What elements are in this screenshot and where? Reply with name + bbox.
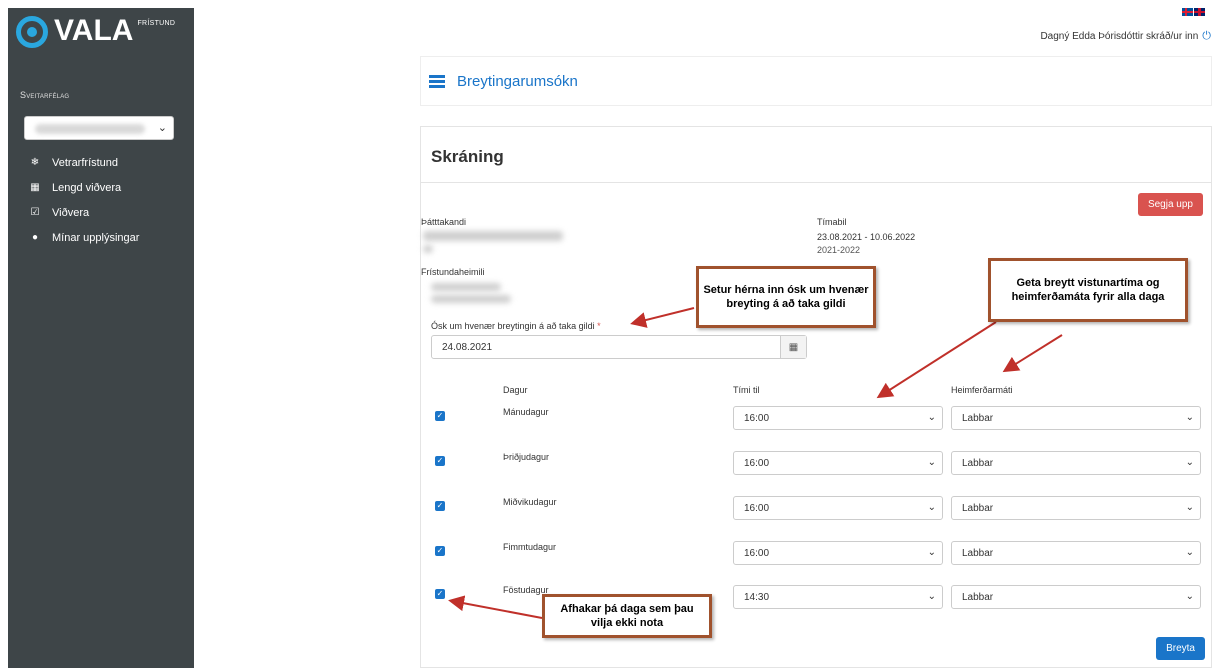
chevron-down-icon: ⌄ xyxy=(927,502,936,513)
language-flags xyxy=(1182,8,1205,16)
calendar-check-icon: ☑ xyxy=(30,207,40,218)
column-header-day: Dagur xyxy=(503,385,528,395)
sidebar-item-vetrarfristund[interactable]: ❄ Vetrarfrístund xyxy=(28,150,188,175)
effective-date-field[interactable]: ▦ xyxy=(431,335,807,359)
annotation-callout-all-days: Geta breytt vistunartíma og heimferðamát… xyxy=(988,258,1188,322)
calendar-icon: ▦ xyxy=(30,182,40,193)
sidebar-item-label: Viðvera xyxy=(52,206,90,219)
day-checkbox[interactable]: ✓ xyxy=(435,501,445,511)
page-title: Breytingarumsókn xyxy=(457,72,578,90)
day-checkbox[interactable]: ✓ xyxy=(435,411,445,421)
time-value: 14:30 xyxy=(744,591,770,603)
chevron-down-icon: ⌄ xyxy=(1185,547,1194,558)
transport-select[interactable]: Labbar ⌄ xyxy=(951,496,1201,520)
time-value: 16:00 xyxy=(744,412,770,424)
cancel-subscription-button[interactable]: Segja upp xyxy=(1137,193,1203,216)
brand-sub: FRÍSTUND xyxy=(137,20,176,27)
logout-power-icon[interactable]: ⏻ xyxy=(1202,30,1211,43)
registration-card: Skráning Segja upp Þátttakandi Tímabil 2… xyxy=(420,126,1212,668)
vala-logo-icon xyxy=(16,16,48,48)
vala-logo[interactable]: VALA FRÍSTUND xyxy=(16,14,175,50)
blurred-value xyxy=(35,124,145,134)
time-select[interactable]: 16:00 ⌄ xyxy=(733,406,943,430)
divider xyxy=(421,182,1211,183)
required-marker: * xyxy=(597,321,601,331)
participant-label: Þátttakandi xyxy=(421,217,467,227)
day-checkbox[interactable]: ✓ xyxy=(435,546,445,556)
card-title: Skráning xyxy=(431,147,504,166)
calendar-icon[interactable]: ▦ xyxy=(780,336,806,358)
page-titlebar: Breytingarumsókn xyxy=(420,56,1212,106)
brand-name: VALA xyxy=(54,14,134,47)
sidebar-item-label: Lengd viðvera xyxy=(52,181,122,194)
transport-value: Labbar xyxy=(962,547,994,559)
icelandic-flag-icon[interactable] xyxy=(1182,8,1193,16)
sidebar-nav: ❄ Vetrarfrístund ▦ Lengd viðvera ☑ Viðve… xyxy=(28,150,188,250)
chevron-down-icon: ⌄ xyxy=(927,547,936,558)
time-select[interactable]: 16:00 ⌄ xyxy=(733,451,943,475)
chevron-down-icon: ⌄ xyxy=(1185,502,1194,513)
chevron-down-icon: ⌄ xyxy=(927,412,936,423)
column-header-time: Tími til xyxy=(733,385,760,395)
annotation-callout-uncheck: Afhakar þá daga sem þau vilja ekki nota xyxy=(542,594,712,638)
transport-select[interactable]: Labbar ⌄ xyxy=(951,406,1201,430)
transport-value: Labbar xyxy=(962,502,994,514)
participant-name-redacted xyxy=(423,231,563,241)
transport-value: Labbar xyxy=(962,457,994,469)
time-value: 16:00 xyxy=(744,547,770,559)
period-label: Tímabil xyxy=(817,217,847,227)
chevron-down-icon: ⌄ xyxy=(1185,457,1194,468)
hamburger-menu-icon[interactable] xyxy=(429,73,445,90)
column-header-transport: Heimferðarmáti xyxy=(951,385,1013,395)
municipality-label: Sveitarfélag xyxy=(20,90,70,100)
chevron-down-icon: ⌄ xyxy=(1185,412,1194,423)
participant-id-redacted xyxy=(423,245,433,253)
transport-select[interactable]: Labbar ⌄ xyxy=(951,451,1201,475)
submit-change-button[interactable]: Breyta xyxy=(1156,637,1205,660)
time-select[interactable]: 16:00 ⌄ xyxy=(733,541,943,565)
time-select[interactable]: 16:00 ⌄ xyxy=(733,496,943,520)
municipality-select[interactable]: ⌄ xyxy=(24,116,174,140)
user-icon: ● xyxy=(31,232,39,243)
time-value: 16:00 xyxy=(744,457,770,469)
day-checkbox[interactable]: ✓ xyxy=(435,456,445,466)
sidebar-item-label: Vetrarfrístund xyxy=(52,156,119,169)
transport-value: Labbar xyxy=(962,591,994,603)
sidebar: VALA FRÍSTUND Sveitarfélag ⌄ ❄ Vetrarfrí… xyxy=(8,8,194,668)
user-status: Dagný Edda Þórisdóttir skráð/ur inn ⏻ xyxy=(1040,30,1211,43)
home-label: Frístundaheimili xyxy=(421,267,485,277)
transport-select[interactable]: Labbar ⌄ xyxy=(951,541,1201,565)
date-label-text: Ósk um hvenær breytingin á að taka gildi xyxy=(431,321,595,331)
time-value: 16:00 xyxy=(744,502,770,514)
english-flag-icon[interactable] xyxy=(1194,8,1205,16)
day-label: Þriðjudagur xyxy=(503,452,550,462)
user-name: Dagný Edda Þórisdóttir skráð/ur inn xyxy=(1040,31,1199,42)
time-select[interactable]: 14:30 ⌄ xyxy=(733,585,943,609)
snowflake-icon: ❄ xyxy=(30,157,40,168)
sidebar-item-vidvera[interactable]: ☑ Viðvera xyxy=(28,200,188,225)
chevron-down-icon: ⌄ xyxy=(1185,591,1194,602)
transport-select[interactable]: Labbar ⌄ xyxy=(951,585,1201,609)
date-label: Ósk um hvenær breytingin á að taka gildi… xyxy=(431,321,601,331)
period-value: 23.08.2021 - 10.06.2022 xyxy=(817,232,916,242)
chevron-down-icon: ⌄ xyxy=(927,457,936,468)
effective-date-input[interactable] xyxy=(432,337,782,357)
home-name-redacted xyxy=(431,295,511,303)
day-label: Fimmtudagur xyxy=(503,542,557,552)
annotation-callout-date: Setur hérna inn ósk um hvenær breyting á… xyxy=(696,266,876,328)
sidebar-item-minar-upplysingar[interactable]: ● Mínar upplýsingar xyxy=(28,225,188,250)
home-name-redacted xyxy=(431,283,501,291)
day-label: Miðvikudagur xyxy=(503,497,557,507)
period-year: 2021-2022 xyxy=(817,245,861,255)
day-checkbox[interactable]: ✓ xyxy=(435,589,445,599)
day-label: Mánudagur xyxy=(503,407,549,417)
chevron-down-icon: ⌄ xyxy=(927,591,936,602)
transport-value: Labbar xyxy=(962,412,994,424)
sidebar-item-lengd-vidvera[interactable]: ▦ Lengd viðvera xyxy=(28,175,188,200)
sidebar-item-label: Mínar upplýsingar xyxy=(52,231,140,244)
chevron-down-icon: ⌄ xyxy=(157,122,167,134)
